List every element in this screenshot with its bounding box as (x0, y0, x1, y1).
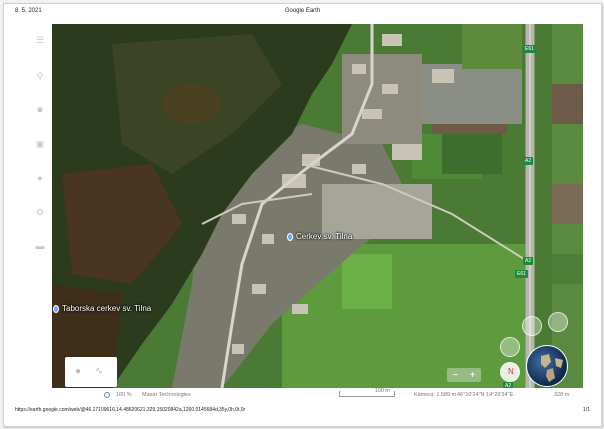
satellite-map[interactable]: Cerkev sv. Tilna Taborska cerkev sv. Til… (52, 24, 583, 388)
search-icon[interactable]: ⚲ (34, 70, 46, 82)
scale-bar: 100 m (339, 388, 395, 397)
place-pin-icon (53, 304, 59, 313)
zoom-out-button[interactable]: − (453, 370, 459, 381)
menu-icon[interactable]: ☰ (34, 34, 46, 46)
ground-altitude: 328 m (554, 392, 570, 398)
coordinates: 46°10'24"N 14°29'34"E (457, 392, 514, 398)
projects-icon[interactable]: ● (34, 172, 46, 184)
print-url: https://earth.google.com/web/@46.1710961… (15, 407, 246, 413)
view-3d-button[interactable] (548, 312, 568, 332)
loading-ring-icon (104, 392, 110, 398)
camera-altitude: Kamera: 1.589 m (414, 392, 457, 398)
road-shield-e61: E61 (515, 270, 528, 278)
compass-needle-icon: N (508, 367, 514, 376)
status-bar: 100 % Maxar Technologies 100 m Kamera: 1… (52, 388, 583, 402)
printed-page: 8. 5. 2021 Google Earth ☰ ⚲ ✸ ▣ ● ⚙ ▬ Ce… (3, 3, 602, 427)
left-rail: ☰ ⚲ ✸ ▣ ● ⚙ ▬ (28, 24, 52, 388)
map-imagery (52, 24, 583, 388)
road-shield-a2: A2 (523, 157, 534, 165)
voyager-icon[interactable]: ✸ (34, 104, 46, 116)
map-label-church-left[interactable]: Taborska cerkev sv. Tilna (53, 304, 151, 313)
measure-icon[interactable]: ⚙ (34, 206, 46, 218)
place-pin-icon (287, 232, 293, 241)
place-mark-icon[interactable]: ● (75, 366, 81, 377)
zoom-in-button[interactable]: + (470, 370, 476, 381)
feeling-lucky-icon[interactable]: ▣ (34, 138, 46, 150)
imagery-attribution: Maxar Technologies (142, 392, 191, 398)
overview-globe[interactable] (526, 345, 568, 387)
zoom-percent: 100 % (116, 392, 132, 398)
map-label-text: Cerkev sv. Tilna (296, 232, 353, 241)
map-label-church-main[interactable]: Cerkev sv. Tilna (287, 232, 352, 241)
zoom-control: − + (447, 368, 481, 382)
map-tools-panel: ● ∿ (65, 357, 117, 387)
globe-icon (541, 354, 563, 382)
page-title: Google Earth (284, 8, 321, 14)
map-label-text: Taborska cerkev sv. Tilna (62, 304, 152, 313)
scale-label: 100 m (374, 388, 390, 394)
tilt-button[interactable] (500, 337, 520, 357)
settings-icon[interactable]: ▬ (34, 240, 46, 252)
path-tool-icon[interactable]: ∿ (95, 366, 103, 377)
street-view-button[interactable] (522, 316, 542, 336)
page-number: 1/1 (583, 407, 590, 413)
road-shield-a2: A2 (523, 257, 534, 265)
road-shield-e61: E61 (523, 45, 536, 53)
compass-button[interactable]: N (500, 362, 520, 382)
